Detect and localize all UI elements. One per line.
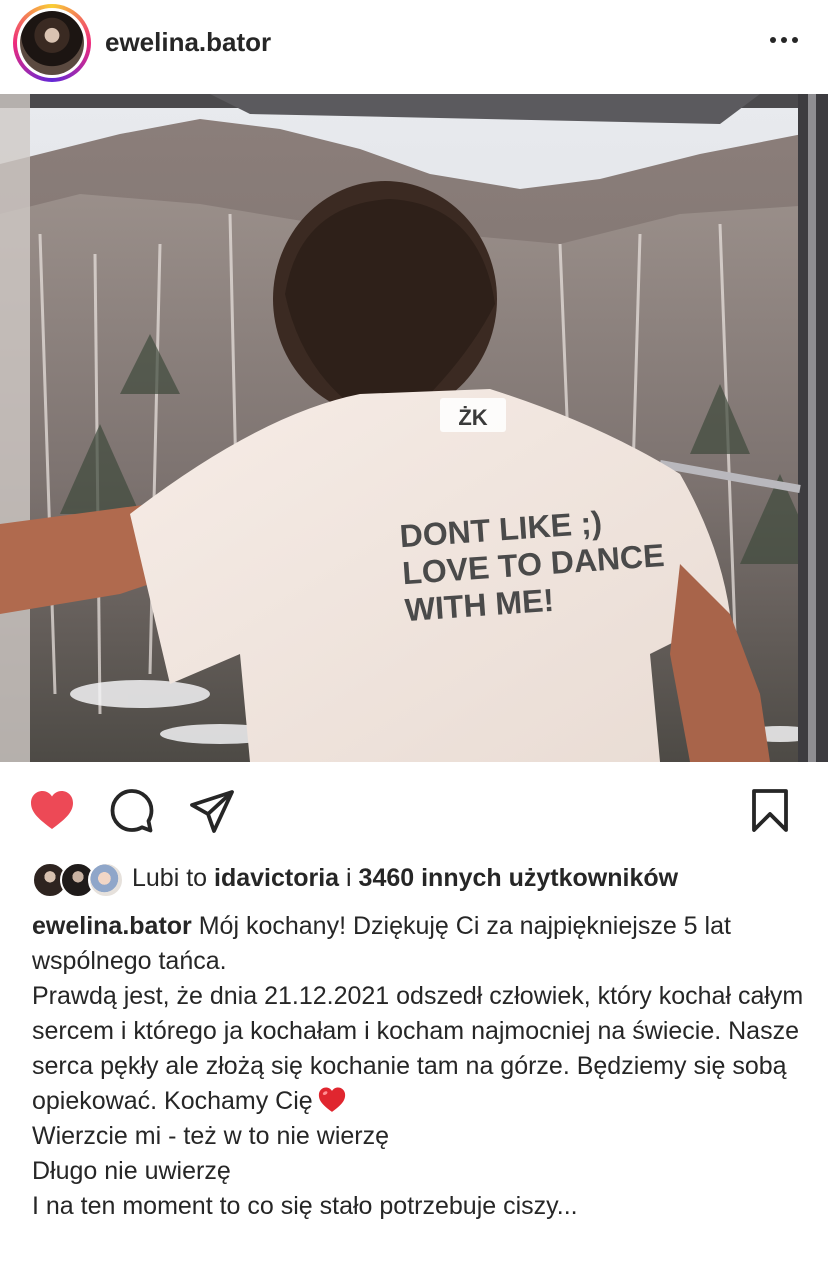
liker-avatar [88, 862, 124, 898]
likes-summary: Lubi to idavictoria i 3460 innych użytko… [0, 855, 828, 901]
share-button[interactable] [188, 787, 236, 835]
post-photo[interactable]: ŻK DONT LIKE ;) LOVE TO DANCE WITH ME! [0, 94, 828, 762]
caption-paragraph: Prawdą jest, że dnia 21.12.2021 odszedł … [32, 982, 804, 1115]
red-heart-emoji-icon [318, 1087, 345, 1112]
send-icon [190, 790, 234, 833]
liker-avatars[interactable] [32, 858, 124, 898]
caption-line-3: Wierzcie mi - też w to nie wierzę [32, 1122, 390, 1150]
comment-icon [110, 789, 154, 833]
likes-text: Lubi to idavictoria i 3460 innych użytko… [132, 863, 679, 892]
shirt-logo: ŻK [458, 405, 487, 430]
heart-filled-icon [31, 791, 73, 829]
caption-line-4: Długo nie uwierzę [32, 1157, 231, 1185]
post-caption: ewelina.bator Mój kochany! Dziękuję Ci z… [32, 909, 812, 1224]
liker-username[interactable]: idavictoria [214, 864, 339, 892]
bookmark-icon [752, 789, 788, 832]
post-header: ewelina.bator [0, 0, 828, 93]
save-button[interactable] [746, 787, 794, 835]
likes-count[interactable]: 3460 innych użytkowników [359, 864, 679, 892]
comment-button[interactable] [108, 787, 156, 835]
avatar-image [20, 11, 84, 75]
caption-author[interactable]: ewelina.bator [32, 912, 192, 940]
more-options-icon[interactable] [766, 28, 802, 52]
author-username[interactable]: ewelina.bator [105, 27, 271, 58]
caption-line-5: I na ten moment to co się stało potrzebu… [32, 1192, 578, 1220]
like-button[interactable] [28, 787, 76, 835]
author-avatar[interactable] [13, 4, 91, 82]
post-actions [0, 775, 828, 845]
